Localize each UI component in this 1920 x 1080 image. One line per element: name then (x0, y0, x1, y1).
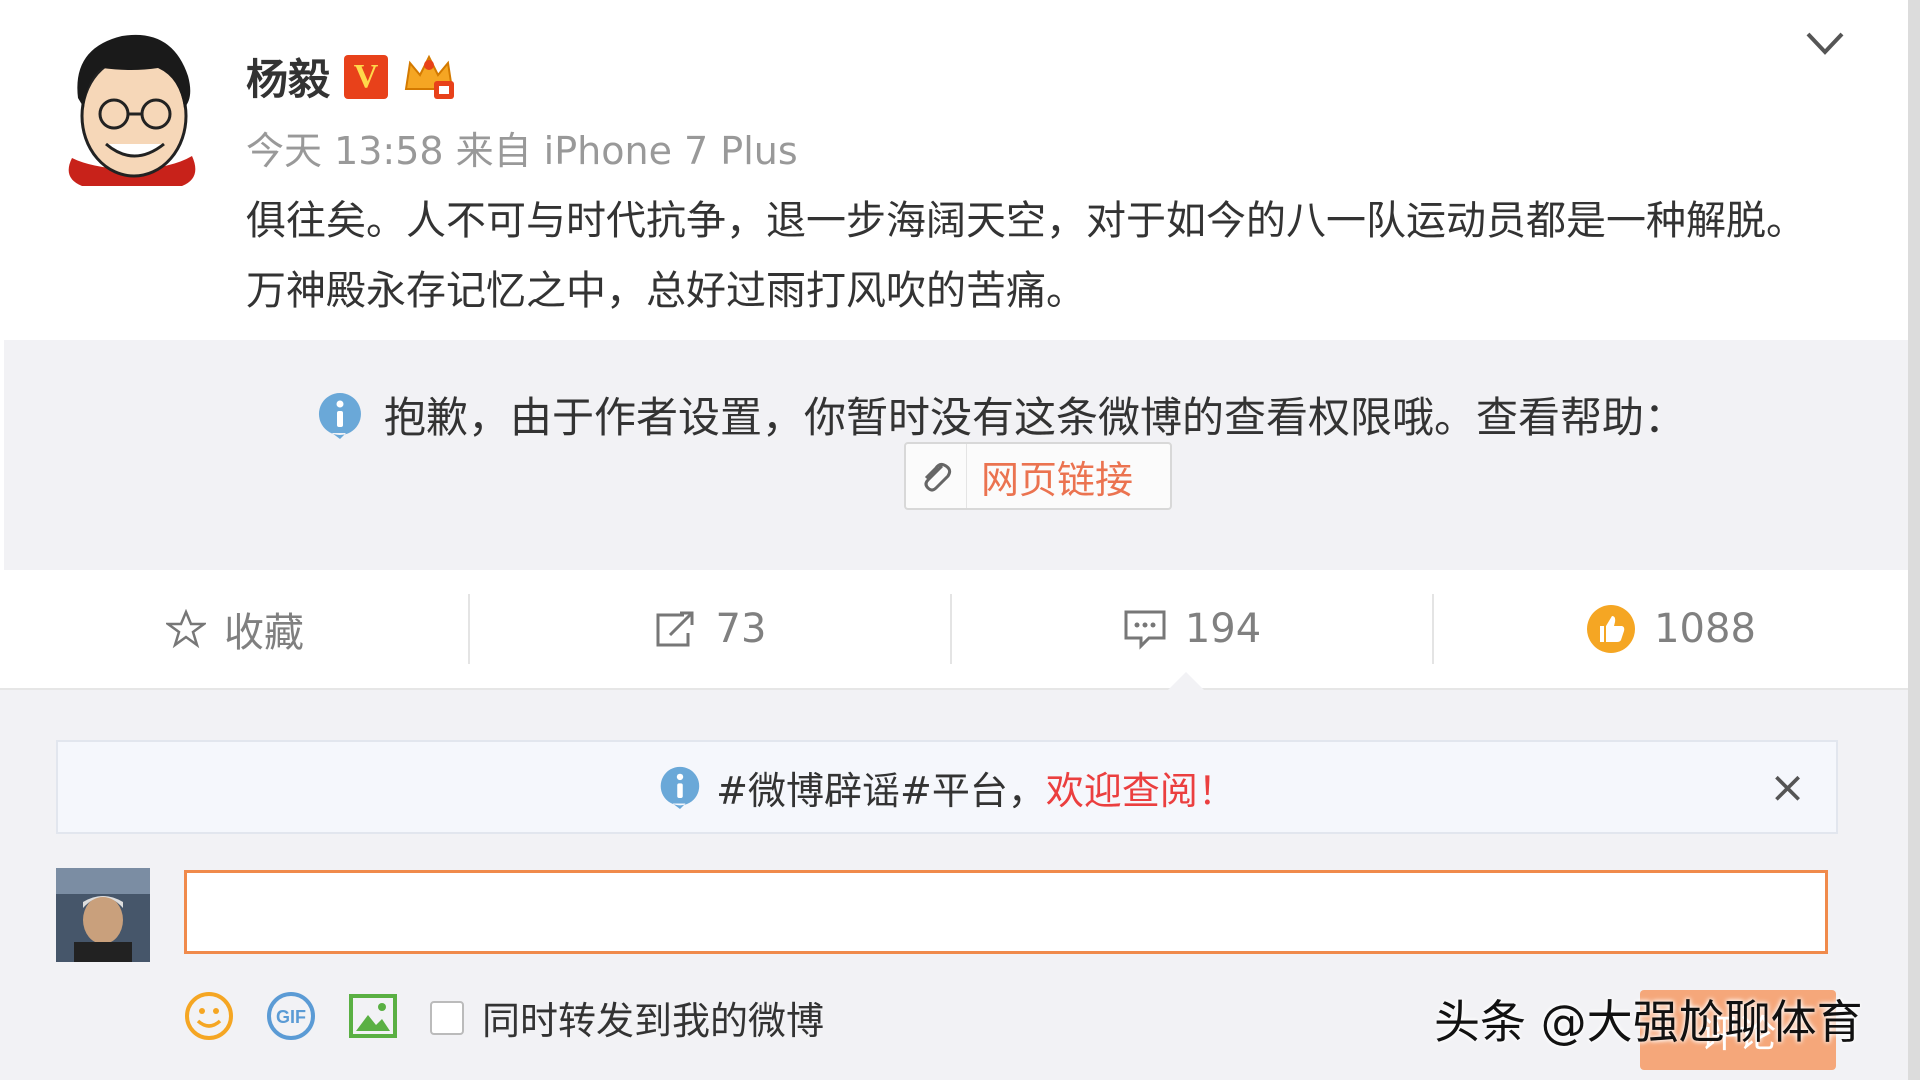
action-bar: 收藏 73 194 1088 (0, 570, 1908, 690)
watermark: 头条 @大强尬聊体育 (1434, 995, 1863, 1049)
web-link-button[interactable]: 网页链接 (904, 442, 1172, 510)
notice-text: #微博辟谣#平台， (716, 768, 1046, 813)
comment-input[interactable] (184, 870, 1828, 954)
repost-icon (656, 611, 694, 647)
restriction-message-row: 抱歉，由于作者设置，你暂时没有这条微博的查看权限哦。查看帮助： (316, 384, 1686, 445)
user-avatar[interactable] (56, 868, 150, 962)
comment-icon (1124, 610, 1166, 650)
comment-pointer-arrow (1168, 672, 1204, 690)
gif-icon[interactable]: GIF (266, 991, 316, 1045)
close-icon[interactable]: × (1769, 762, 1806, 813)
thumb-up-icon (1587, 605, 1636, 653)
web-link-label[interactable]: 网页链接 (981, 449, 1133, 504)
restricted-repost-box: 抱歉，由于作者设置，你暂时没有这条微博的查看权限哦。查看帮助： 网页链接 (4, 340, 1908, 570)
repost-button[interactable]: 73 (470, 570, 950, 688)
comment-button[interactable]: 194 (952, 570, 1432, 688)
post-source[interactable]: 来自 iPhone 7 Plus (456, 129, 798, 173)
post-meta: 今天 13:58 来自 iPhone 7 Plus (246, 120, 810, 175)
post-card: 杨毅 V 今天 13:58 来自 iPhone 7 Plus 俱往矣。人不可与时代… (0, 0, 1908, 340)
repost-count: 73 (715, 606, 767, 652)
comment-toolbar: GIF 同时转发到我的微博 (184, 990, 824, 1045)
repost-checkbox-label: 同时转发到我的微博 (482, 999, 825, 1043)
restriction-message: 抱歉，由于作者设置，你暂时没有这条微博的查看权限哦。查看帮助： (384, 393, 1687, 442)
svg-text:GIF: GIF (276, 1007, 306, 1027)
author-avatar[interactable] (62, 28, 202, 188)
favorite-button[interactable]: 收藏 (0, 570, 470, 688)
like-button[interactable]: 1088 (1434, 570, 1908, 688)
weibo-post-frame: 杨毅 V 今天 13:58 来自 iPhone 7 Plus 俱往矣。人不可与时代… (0, 0, 1908, 1080)
star-icon (166, 609, 206, 649)
notice-link[interactable]: 欢迎查阅！ (1046, 760, 1236, 815)
repost-to-my-weibo-option[interactable]: 同时转发到我的微博 (430, 990, 824, 1045)
author-name[interactable]: 杨毅 (246, 46, 330, 107)
crown-icon[interactable] (402, 53, 456, 101)
scrollbar[interactable] (1908, 0, 1920, 1080)
comment-count: 194 (1184, 606, 1262, 652)
verified-badge[interactable]: V (344, 54, 389, 99)
favorite-label: 收藏 (224, 610, 304, 656)
chevron-down-icon[interactable] (1802, 26, 1848, 60)
like-count: 1088 (1654, 606, 1756, 652)
post-content: 俱往矣。人不可与时代抗争，退一步海阔天空，对于如今的八一队运动员都是一种解脱。万… (246, 198, 1806, 314)
info-icon (658, 765, 702, 809)
post-time[interactable]: 今天 13:58 (246, 129, 444, 173)
rumor-notice-bar: #微博辟谣#平台， 欢迎查阅！ × (56, 740, 1838, 834)
image-icon[interactable] (348, 993, 398, 1043)
emoji-icon[interactable] (184, 991, 234, 1045)
author-row: 杨毅 V (246, 46, 456, 107)
paperclip-icon (906, 444, 967, 508)
repost-checkbox[interactable] (430, 1000, 464, 1035)
info-icon (316, 391, 364, 439)
